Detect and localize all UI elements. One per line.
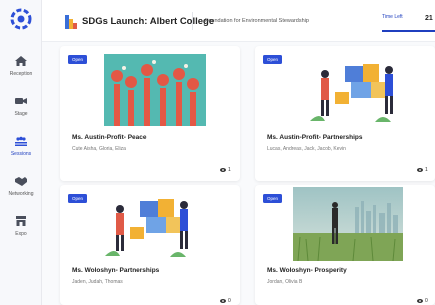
group-icon xyxy=(15,136,27,146)
sidebar-item-label: Stage xyxy=(14,111,28,117)
field-city-photo xyxy=(293,187,403,261)
store-icon xyxy=(16,216,26,226)
sidebar-item-label: Sessions xyxy=(10,151,32,157)
sidebar: Reception Stage Sessions Networking Expo xyxy=(0,0,42,305)
sidebar-item-stage[interactable]: Stage xyxy=(0,95,42,135)
view-count: 0 xyxy=(417,298,428,304)
eye-icon xyxy=(417,298,423,303)
eye-icon xyxy=(220,298,226,303)
session-name: Ms. Woloshyn- Prosperity xyxy=(267,267,347,274)
handshake-icon xyxy=(15,177,27,186)
session-card[interactable]: Open Ms. Austin-Profit- Partnerships Luc… xyxy=(255,46,435,181)
session-card[interactable]: Open Ms. Austin-Profit- Peace Cute Aisha… xyxy=(60,46,240,181)
session-name: Ms. Austin-Profit- Peace xyxy=(72,134,147,141)
status-badge: Open xyxy=(68,55,88,64)
sidebar-item-label: Networking xyxy=(8,191,34,197)
session-participants: Jordan, Olivia B xyxy=(267,279,303,285)
eye-icon xyxy=(220,167,226,172)
session-card[interactable]: Open Ms. Woloshyn- Partnerships Jaden, J… xyxy=(60,185,240,305)
eye-icon xyxy=(417,167,423,172)
time-left-label: Time Left xyxy=(382,14,403,20)
session-name: Ms. Woloshyn- Partnerships xyxy=(72,267,160,274)
video-camera-icon xyxy=(15,98,27,104)
view-count: 0 xyxy=(220,298,231,304)
home-icon xyxy=(15,56,27,66)
puzzle-partnership-illustration xyxy=(105,199,188,257)
event-logo-icon xyxy=(65,15,77,29)
sidebar-item-sessions[interactable]: Sessions xyxy=(0,135,42,175)
session-card[interactable]: Open Ms. Woloshyn- Prosperity Jordan, Ol… xyxy=(255,185,435,305)
status-badge: Open xyxy=(68,194,88,203)
sidebar-item-label: Reception xyxy=(9,71,33,77)
raised-hands-illustration xyxy=(104,54,206,126)
status-badge: Open xyxy=(263,194,283,203)
header-divider xyxy=(192,12,193,30)
session-participants: Lucas, Andreas, Jack, Jacob, Kevin xyxy=(267,146,346,152)
sessions-grid: Open Ms. Austin-Profit- Peace Cute Aisha… xyxy=(42,42,435,305)
top-header: SDGs Launch: Albert College Foundation f… xyxy=(42,0,435,42)
view-count: 1 xyxy=(220,167,231,173)
session-name: Ms. Austin-Profit- Partnerships xyxy=(267,134,363,141)
event-title: SDGs Launch: Albert College xyxy=(82,16,215,27)
session-participants: Jaden, Judah, Thomas xyxy=(72,279,123,285)
sidebar-item-networking[interactable]: Networking xyxy=(0,175,42,215)
view-count: 1 xyxy=(417,167,428,173)
sidebar-item-reception[interactable]: Reception xyxy=(0,55,42,95)
sidebar-item-label: Expo xyxy=(15,231,27,237)
organization-name: Foundation for Environmental Stewardship xyxy=(205,18,309,24)
app-logo-icon[interactable] xyxy=(10,8,32,30)
session-participants: Cute Aisha, Gloria, Eliza xyxy=(72,146,126,152)
time-left-bar xyxy=(382,30,435,32)
status-badge: Open xyxy=(263,55,283,64)
time-left-value: 21 xyxy=(425,15,433,22)
sidebar-item-expo[interactable]: Expo xyxy=(0,215,42,255)
puzzle-partnership-illustration xyxy=(310,64,393,122)
